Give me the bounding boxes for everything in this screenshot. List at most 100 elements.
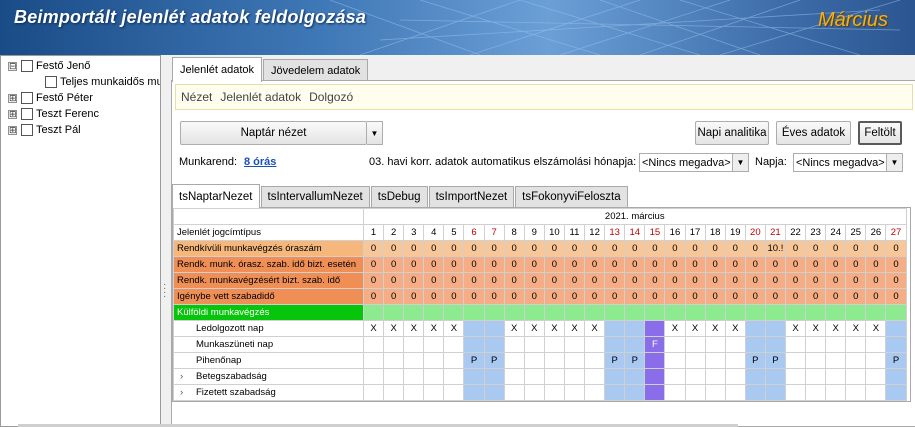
table-row[interactable]: › Betegszabadság <box>173 368 907 385</box>
grid-cell[interactable] <box>423 384 445 401</box>
grid-cell[interactable] <box>563 368 586 385</box>
grid-cell[interactable]: 0 <box>644 240 666 257</box>
grid-cell[interactable] <box>704 352 726 369</box>
grid-cell[interactable]: 0 <box>563 272 586 289</box>
grid-cell[interactable]: 0 <box>684 272 706 289</box>
grid-cell[interactable] <box>684 336 706 353</box>
grid-cell[interactable] <box>784 304 807 321</box>
grid-cell[interactable] <box>584 352 606 369</box>
day-header[interactable]: 6 <box>463 224 485 241</box>
grid-cell[interactable] <box>885 304 907 321</box>
grid-cell[interactable] <box>805 352 827 369</box>
grid-cell[interactable]: 0 <box>684 288 706 305</box>
grid-cell[interactable] <box>784 384 807 401</box>
grid-cell[interactable] <box>885 320 907 337</box>
grid-cell[interactable] <box>724 304 746 321</box>
day-header[interactable]: 21 <box>764 224 786 241</box>
grid-cell[interactable] <box>383 368 405 385</box>
grid-cell[interactable] <box>383 336 405 353</box>
grid-cell[interactable] <box>604 336 626 353</box>
napja-select[interactable]: <Nincs megadva> ▼ <box>793 153 903 172</box>
tree-item-checkbox[interactable] <box>21 108 33 120</box>
grid-cell[interactable] <box>483 368 505 385</box>
grid-cell[interactable]: 0 <box>885 256 907 273</box>
grid-cell[interactable] <box>644 368 666 385</box>
grid-cell[interactable] <box>704 384 726 401</box>
grid-cell[interactable] <box>664 336 686 353</box>
grid-cell[interactable]: 0 <box>483 240 505 257</box>
grid-cell[interactable] <box>523 304 545 321</box>
grid-cell[interactable]: 0 <box>805 288 827 305</box>
grid-cell[interactable] <box>443 352 465 369</box>
table-row[interactable]: Rendk. munkavégzésért bizt. szab. idő 0 0 0… <box>173 272 907 289</box>
grid-cell[interactable]: X <box>704 320 726 337</box>
grid-cell[interactable] <box>584 304 606 321</box>
grid-cell[interactable] <box>684 352 706 369</box>
grid-cell[interactable] <box>503 368 525 385</box>
grid-cell[interactable]: 0 <box>784 240 807 257</box>
grid-cell[interactable] <box>463 368 485 385</box>
grid-cell[interactable]: 0 <box>563 288 586 305</box>
grid-cell[interactable]: 0 <box>825 256 847 273</box>
table-row[interactable]: Pihenőnap P P P P P P P <box>173 352 907 369</box>
grid-cell[interactable] <box>523 352 545 369</box>
tree-item-teszt-pal[interactable]: ⊞ Teszt Pál <box>8 122 81 138</box>
grid-cell[interactable]: X <box>584 320 606 337</box>
grid-cell[interactable]: 0 <box>724 288 746 305</box>
day-header[interactable]: 10 <box>543 224 565 241</box>
grid-cell[interactable] <box>503 384 525 401</box>
grid-cell[interactable]: 0 <box>704 272 726 289</box>
employee-tree[interactable]: ⊟ Festő Jenő Teljes munkaidős mu ⊞ Festő… <box>0 55 161 427</box>
grid-cell[interactable]: 0 <box>383 256 405 273</box>
grid-cell[interactable]: X <box>383 320 405 337</box>
grid-cell[interactable]: 0 <box>644 288 666 305</box>
table-row[interactable]: Ledolgozott nap X X X X X X X X X X X X X X X X X X X <box>173 320 907 337</box>
grid-cell[interactable]: 0 <box>483 256 505 273</box>
grid-cell[interactable]: 0 <box>865 288 887 305</box>
grid-cell[interactable] <box>483 384 505 401</box>
grid-cell[interactable]: 0 <box>784 288 807 305</box>
grid-cell[interactable]: 0 <box>624 272 646 289</box>
grid-cell[interactable]: 0 <box>784 272 807 289</box>
grid-cell[interactable] <box>543 384 565 401</box>
grid-cell[interactable] <box>624 320 646 337</box>
grid-cell[interactable]: 0 <box>604 288 626 305</box>
grid-cell[interactable] <box>704 368 726 385</box>
menu-nezet[interactable]: Nézet <box>181 90 212 104</box>
grid-cell[interactable] <box>443 368 465 385</box>
grid-cell[interactable]: 0 <box>403 272 425 289</box>
grid-cell[interactable]: 0 <box>584 256 606 273</box>
grid-cell[interactable] <box>543 368 565 385</box>
grid-cell[interactable]: 0 <box>644 272 666 289</box>
day-header[interactable]: 4 <box>423 224 445 241</box>
collapse-icon[interactable]: ⊟ <box>8 61 17 71</box>
day-header[interactable]: 19 <box>724 224 746 241</box>
grid-cell[interactable] <box>684 384 706 401</box>
grid-cell[interactable]: 0 <box>403 256 425 273</box>
grid-cell[interactable] <box>403 352 425 369</box>
grid-cell[interactable] <box>523 336 545 353</box>
grid-cell[interactable]: 0 <box>584 288 606 305</box>
grid-cell[interactable]: 0 <box>825 288 847 305</box>
grid-cell[interactable]: 0 <box>563 256 586 273</box>
grid-cell[interactable] <box>805 304 827 321</box>
grid-cell[interactable]: 0 <box>503 272 525 289</box>
grid-cell[interactable] <box>383 384 405 401</box>
tree-item-teljes-munkaidos[interactable]: Teljes munkaidős mu <box>45 74 160 90</box>
grid-cell[interactable]: 0 <box>805 256 827 273</box>
grid-cell[interactable]: 0 <box>624 256 646 273</box>
day-header[interactable]: 14 <box>624 224 646 241</box>
grid-cell[interactable] <box>684 304 706 321</box>
grid-cell[interactable] <box>543 352 565 369</box>
day-header[interactable]: 24 <box>825 224 847 241</box>
grid-cell[interactable]: F <box>644 336 666 353</box>
grid-cell[interactable] <box>483 320 505 337</box>
grid-cell[interactable] <box>825 352 847 369</box>
day-header[interactable]: 23 <box>805 224 827 241</box>
grid-cell[interactable]: X <box>403 320 425 337</box>
grid-cell[interactable]: X <box>865 320 887 337</box>
grid-cell[interactable] <box>764 368 786 385</box>
day-header[interactable]: 15 <box>644 224 666 241</box>
day-header[interactable]: 27 <box>885 224 907 241</box>
tab-ts-naptar-nezet[interactable]: tsNaptarNezet <box>172 184 260 208</box>
